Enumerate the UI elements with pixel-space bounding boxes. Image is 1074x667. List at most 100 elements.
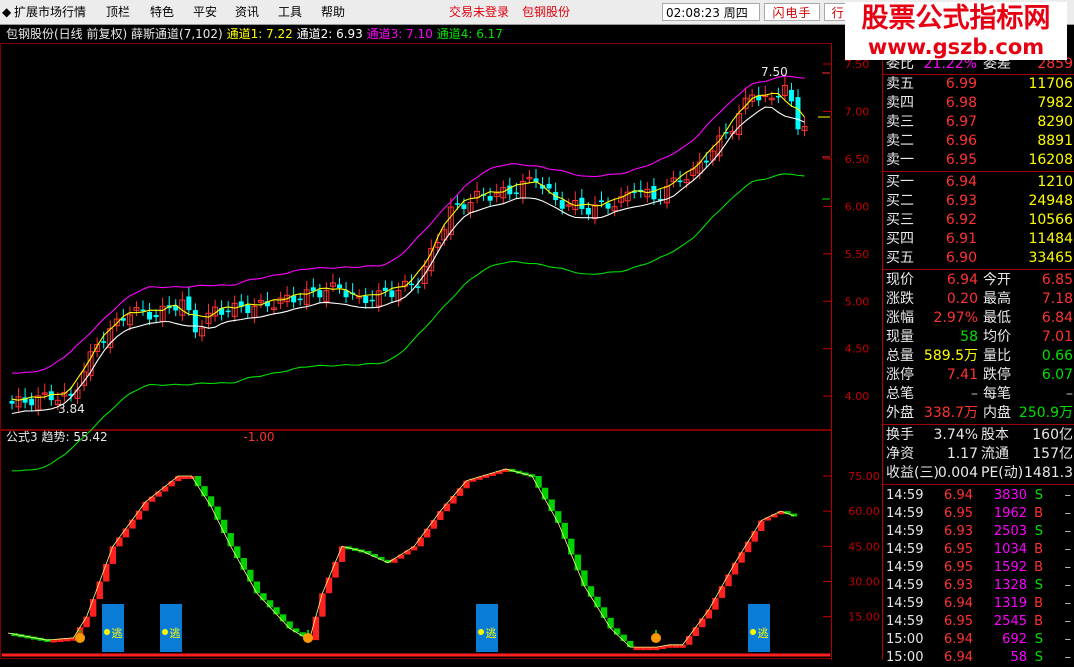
stat-row: 总量 589.5万 量比 0.66 [883,347,1074,366]
osc-bar-down [293,628,300,633]
info-label: 股本 [981,427,1009,443]
osc-bar-down [568,538,575,555]
osc-bar-up [718,586,726,598]
osc-bar-down [574,554,582,571]
osc-bar-up [640,647,647,651]
info-label: 流通 [981,446,1009,462]
osc-bar-up [692,627,699,637]
escape-signal-label: 逃 [486,627,497,640]
osc-bar-up [646,647,654,651]
tick-time: 14:59 [886,596,924,611]
channel4-line [11,173,805,472]
bid-price: 6.94 [945,174,977,190]
info-row: 收益(三) 0.004 PE(动) 1481.3 [883,464,1074,483]
escape-runner-icon [478,629,484,635]
tick-time: 14:59 [886,542,924,557]
osc-bar-up [751,531,758,542]
stat-label: 现量 [886,329,914,345]
osc-bar-up [338,546,346,562]
candle-down [337,284,342,289]
channel1-line [11,92,805,401]
tick-volume: 1319 [993,596,1027,611]
divider [883,269,1074,270]
tick-dash: – [1064,596,1072,611]
quote-panel: 委比 21.22% 委差 2859 卖五 6.99 11706 卖四 6.98 7982 卖三 6.9… [883,45,1074,665]
stat-value: 0.66 [1041,348,1073,364]
bid-volume: 24948 [1028,193,1073,209]
osc-bar-up [633,647,640,651]
candle-down [788,89,794,102]
indicator-extra: -1.00 [243,430,275,444]
osc-bar-up [725,574,732,587]
stat-value: 0.20 [946,291,978,307]
channel2-line [11,106,805,415]
candle-down [192,310,198,333]
candle-down [382,287,388,291]
osc-bar-up [162,486,169,492]
info-row: 换手 3.74% 股本 160亿 [883,426,1074,445]
candle-down [369,299,375,302]
tick-price: 6.94 [944,632,973,647]
tick-price: 6.94 [944,488,973,503]
candle-down [579,197,585,210]
stat-label: 现价 [886,272,914,288]
osc-bar-up [424,528,431,538]
tick-price: 6.95 [944,506,973,521]
candle-down [186,296,192,311]
osc-bar-up [325,577,333,594]
ask-volume: 8891 [1037,133,1073,149]
tick-dash: – [1064,506,1072,521]
indicator-tick-label: 60.00 [848,505,880,518]
tick-row: 14:59 6.94 3830 S – [883,487,1074,505]
stat-label: 涨停 [886,367,914,383]
tick-row: 14:59 6.95 1592 B – [883,559,1074,577]
osc-bar-up [410,546,418,551]
osc-bar-up [155,491,162,497]
candle-down [9,400,15,404]
osc-bar-down [594,596,601,608]
stat-value: 250.9万 [1018,405,1073,421]
osc-bar-up [771,514,778,518]
bid-row: 买二 6.93 24948 [883,192,1074,211]
indicator-title: 公式3 趋势: 55.42 -1.00 [6,430,275,444]
tick-volume: 692 [1002,632,1027,647]
osc-bar-up [83,616,90,628]
osc-bar-up [463,480,470,489]
candle-down [454,203,460,205]
tick-side: S [1034,524,1043,539]
stat-row: 涨跌 0.20 最高 7.18 [883,290,1074,309]
osc-bar-down [555,511,562,523]
osc-bar-up [135,510,143,520]
stat-value: 6.84 [1041,310,1073,326]
osc-bar-up [319,593,326,617]
price-tick-label: 4.00 [845,390,870,403]
bid-label: 买四 [886,231,914,247]
tick-volume: 2503 [993,524,1027,539]
stat-row: 涨幅 2.97% 最低 6.84 [883,309,1074,328]
stat-label: 最低 [983,310,1011,326]
stat-value: 7.01 [1041,329,1073,345]
tick-dash: – [1064,614,1072,629]
tick-row: 14:59 6.93 2503 S – [883,523,1074,541]
osc-bar-up [653,647,660,651]
tick-time: 14:59 [886,506,924,521]
ask-volume: 11706 [1028,76,1073,92]
osc-bar-down [535,476,542,488]
tick-volume: 1592 [993,560,1027,575]
osc-bar-down [194,476,202,487]
osc-bar-down [247,569,254,582]
tick-side: S [1034,578,1043,593]
divider [883,424,1074,425]
tick-price: 6.93 [944,578,973,593]
escape-runner-icon [750,629,756,635]
osc-bar-up [686,636,693,645]
watermark-url: www.gszb.com [867,35,1045,59]
price-chart[interactable]: 7.50 7.00 6.50 6.00 5.50 5.00 4.50 4.00 75.00 60.… [0,0,883,660]
ask-price: 6.97 [945,114,977,130]
bid-price: 6.91 [945,231,977,247]
tick-dash: – [1064,542,1072,557]
tick-price: 6.95 [944,560,973,575]
osc-bar-up [764,517,771,521]
osc-bar-down [286,621,293,629]
bid-volume: 10566 [1028,212,1073,228]
